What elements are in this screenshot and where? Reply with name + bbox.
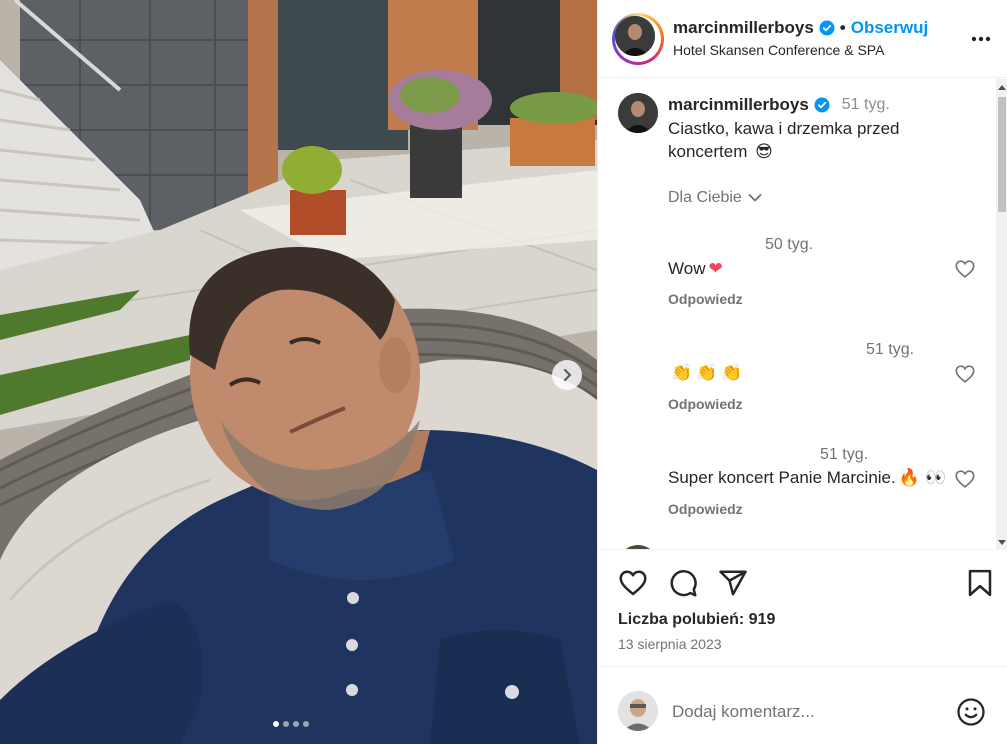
emoji-icon[interactable]	[956, 697, 986, 727]
author-username[interactable]: marcinmillerboys	[673, 18, 814, 38]
caption-avatar-image	[618, 93, 658, 133]
caption-time[interactable]: 51 tyg.	[842, 96, 890, 114]
verified-badge-icon	[819, 20, 835, 36]
caption-body: Ciastko, kawa i drzemka przed koncertem	[668, 119, 900, 161]
post-photo[interactable]	[0, 0, 597, 744]
reply-button[interactable]: Odpowiedz	[668, 396, 743, 412]
bookmark-icon[interactable]	[965, 568, 995, 598]
fire-eyes-emoji: 🔥 👀	[898, 468, 947, 488]
heart-icon[interactable]	[618, 568, 648, 598]
post-header: marcinmillerboys • Obserwuj Hotel Skanse…	[598, 0, 1007, 78]
current-user-avatar-image	[618, 691, 658, 731]
separator-dot: •	[839, 18, 846, 37]
carousel-dot	[293, 721, 299, 727]
heart-icon[interactable]	[954, 258, 976, 280]
carousel-dot	[303, 721, 309, 727]
story-ring[interactable]	[612, 13, 664, 65]
likes-count[interactable]: Liczba polubień: 919	[618, 611, 775, 629]
author-avatar[interactable]	[615, 16, 655, 56]
comments-list[interactable]: marcinmillerboys 51 tyg. Ciastko, kawa i…	[598, 79, 996, 549]
selfie-photo-scene	[0, 0, 597, 744]
clap-emoji: 👏👏👏	[671, 363, 747, 383]
carousel-dot	[273, 721, 279, 727]
divider	[598, 549, 1007, 550]
current-user-avatar	[618, 691, 658, 731]
action-bar	[598, 560, 1007, 608]
follow-button[interactable]: Obserwuj	[851, 18, 928, 38]
comment-body: Super koncert Panie Marcinie.	[668, 468, 896, 487]
share-icon[interactable]	[718, 568, 748, 598]
comment-time[interactable]: 51 tyg.	[866, 341, 914, 359]
chevron-down-icon	[748, 194, 762, 202]
comment-body: Wow	[668, 259, 706, 278]
post-details-panel: marcinmillerboys • Obserwuj Hotel Skanse…	[597, 0, 1007, 744]
carousel-dot	[283, 721, 289, 727]
reply-button[interactable]: Odpowiedz	[668, 291, 743, 307]
scroll-up-arrow[interactable]	[998, 85, 1006, 90]
add-comment-input[interactable]	[672, 700, 922, 724]
caption-author-avatar[interactable]	[618, 93, 658, 133]
comment-icon[interactable]	[668, 568, 698, 598]
post-location[interactable]: Hotel Skansen Conference & SPA	[673, 42, 884, 58]
comments-scrollbar[interactable]	[996, 79, 1007, 549]
comment-filter-dropdown[interactable]: Dla Ciebie	[668, 189, 762, 207]
comment-text: Wow ❤	[668, 259, 723, 279]
comment-text: Super koncert Panie Marcinie. 🔥 👀	[668, 468, 946, 488]
comment-text: 👏👏👏	[668, 363, 747, 383]
author-name-row: marcinmillerboys • Obserwuj	[673, 18, 928, 38]
scroll-thumb[interactable]	[998, 97, 1006, 212]
comment-time[interactable]: 50 tyg.	[765, 236, 813, 254]
caption-text: Ciastko, kawa i drzemka przed koncertem …	[668, 117, 928, 164]
carousel-indicator	[273, 721, 309, 727]
post-date[interactable]: 13 sierpnia 2023	[618, 636, 722, 652]
comment-filter-label: Dla Ciebie	[668, 189, 742, 206]
reply-button[interactable]: Odpowiedz	[668, 501, 743, 517]
heart-icon[interactable]	[954, 363, 976, 385]
divider	[598, 666, 1007, 667]
scroll-down-arrow[interactable]	[998, 540, 1006, 545]
carousel-next-button[interactable]	[552, 360, 582, 390]
more-options-icon[interactable]	[970, 28, 992, 50]
heart-emoji: ❤	[708, 259, 723, 279]
author-avatar-image	[615, 16, 655, 56]
verified-badge-icon	[814, 97, 830, 113]
caption-username[interactable]: marcinmillerboys	[668, 95, 809, 115]
heart-icon[interactable]	[954, 468, 976, 490]
comment-time[interactable]: 51 tyg.	[820, 446, 868, 464]
caption-header: marcinmillerboys 51 tyg.	[668, 95, 890, 115]
chevron-right-icon	[564, 369, 572, 381]
caption-emoji: 😎	[755, 142, 773, 162]
